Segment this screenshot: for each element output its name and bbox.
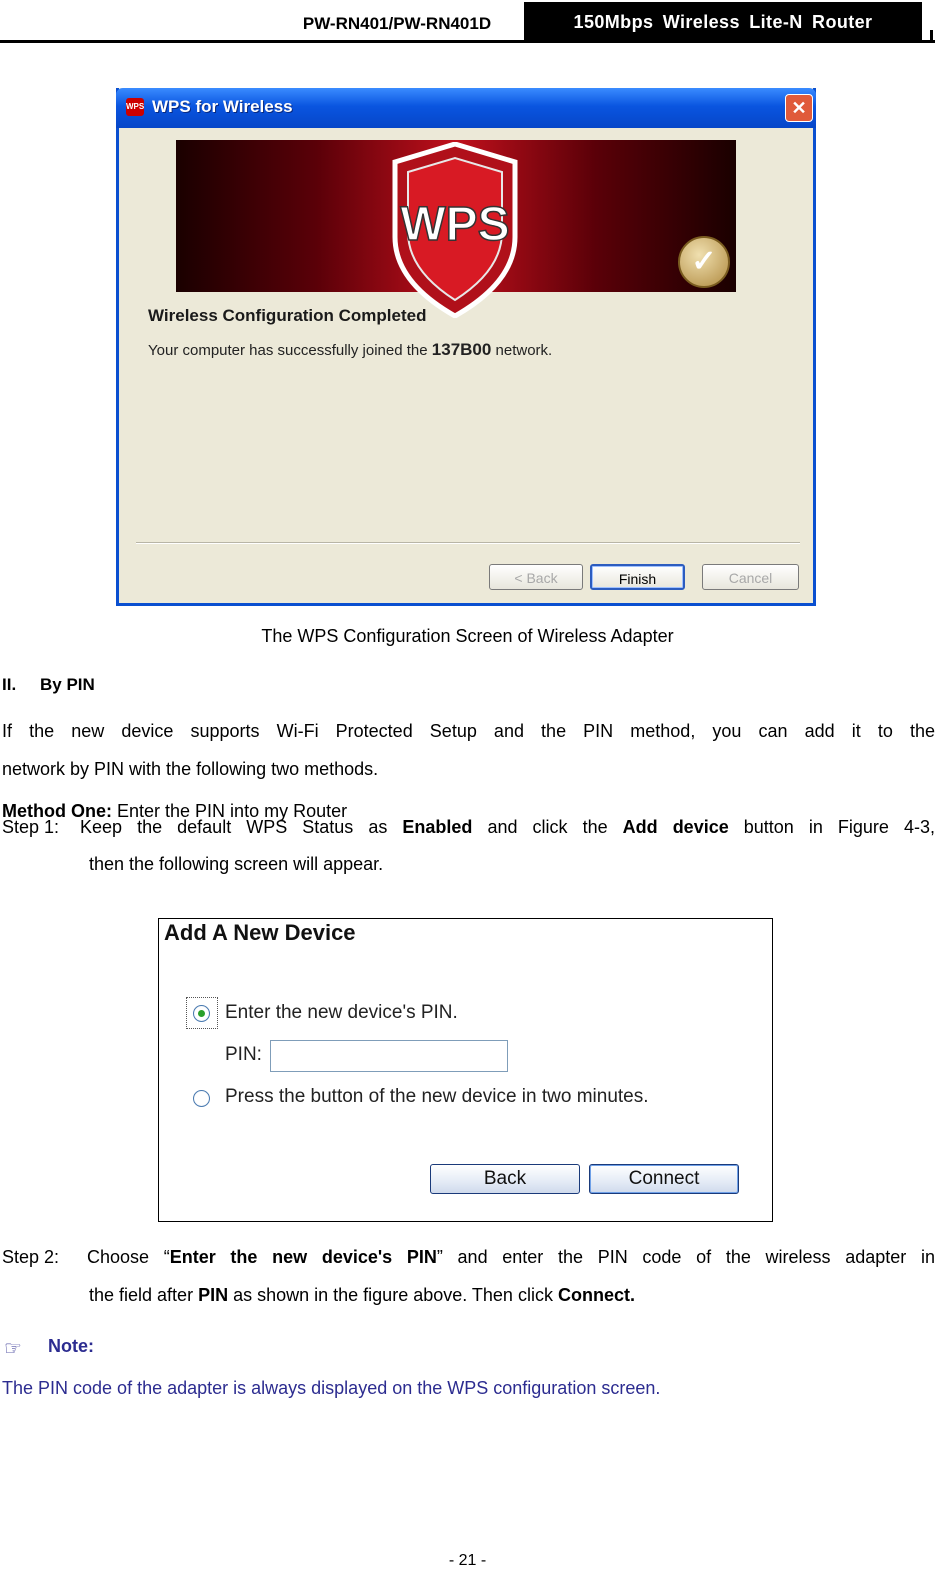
back-button[interactable]: < Back	[489, 564, 583, 590]
header-tick	[930, 30, 933, 42]
pointing-hand-icon: ☞	[4, 1338, 22, 1360]
close-icon[interactable]: ✕	[785, 94, 813, 122]
option-enter-pin-label[interactable]: Enter the new device's PIN.	[225, 1002, 458, 1024]
paragraph-line: network by PIN with the following two me…	[2, 759, 379, 779]
checkmark-icon: ✓	[678, 236, 730, 288]
note-label: Note:	[48, 1336, 94, 1356]
step2-label: Step 2:	[2, 1247, 60, 1267]
header-rule	[0, 40, 935, 43]
network-name: 137B00	[431, 340, 492, 359]
wps-logo-text: WPS	[400, 198, 509, 251]
figure-caption: The WPS Configuration Screen of Wireless…	[261, 626, 674, 646]
completion-heading: Wireless Configuration Completed	[148, 306, 427, 325]
wps-window-title: WPS for Wireless	[152, 97, 293, 116]
radio-push-button[interactable]	[193, 1090, 210, 1107]
finish-button[interactable]: Finish	[590, 564, 685, 590]
step1-text: Keep the default WPS Status as Enabled a…	[80, 817, 935, 837]
pin-label: PIN:	[225, 1044, 262, 1065]
add-device-title: Add A New Device	[164, 920, 356, 945]
header-product: 150Mbps Wireless Lite-N Router	[524, 2, 922, 40]
step2-text: Choose “Enter the new device's PIN” and …	[87, 1247, 935, 1267]
wps-app-icon: WPS	[126, 98, 144, 116]
step1-label: Step 1:	[2, 817, 60, 837]
page-number: - 21 -	[448, 1552, 487, 1569]
window-separator	[136, 542, 800, 544]
step2-text-line2: the field after PIN as shown in the figu…	[89, 1285, 635, 1305]
section-number: II.	[2, 675, 17, 694]
radio-enter-pin[interactable]	[193, 1005, 210, 1022]
completion-message: Your computer has successfully joined th…	[148, 340, 553, 359]
connect-button[interactable]: Connect	[589, 1164, 739, 1194]
device-back-button[interactable]: Back	[430, 1164, 580, 1194]
pin-input[interactable]	[270, 1040, 508, 1072]
cancel-button[interactable]: Cancel	[702, 564, 799, 590]
note-text: The PIN code of the adapter is always di…	[2, 1378, 661, 1398]
option-push-button-label[interactable]: Press the button of the new device in tw…	[225, 1086, 649, 1108]
section-title: By PIN	[40, 675, 95, 694]
step1-text-line2: then the following screen will appear.	[89, 854, 384, 874]
wps-shield-logo: WPS	[392, 142, 518, 318]
header-model: PW-RN401/PW-RN401D	[302, 14, 492, 33]
paragraph-line: If the new device supports Wi-Fi Protect…	[2, 721, 935, 741]
